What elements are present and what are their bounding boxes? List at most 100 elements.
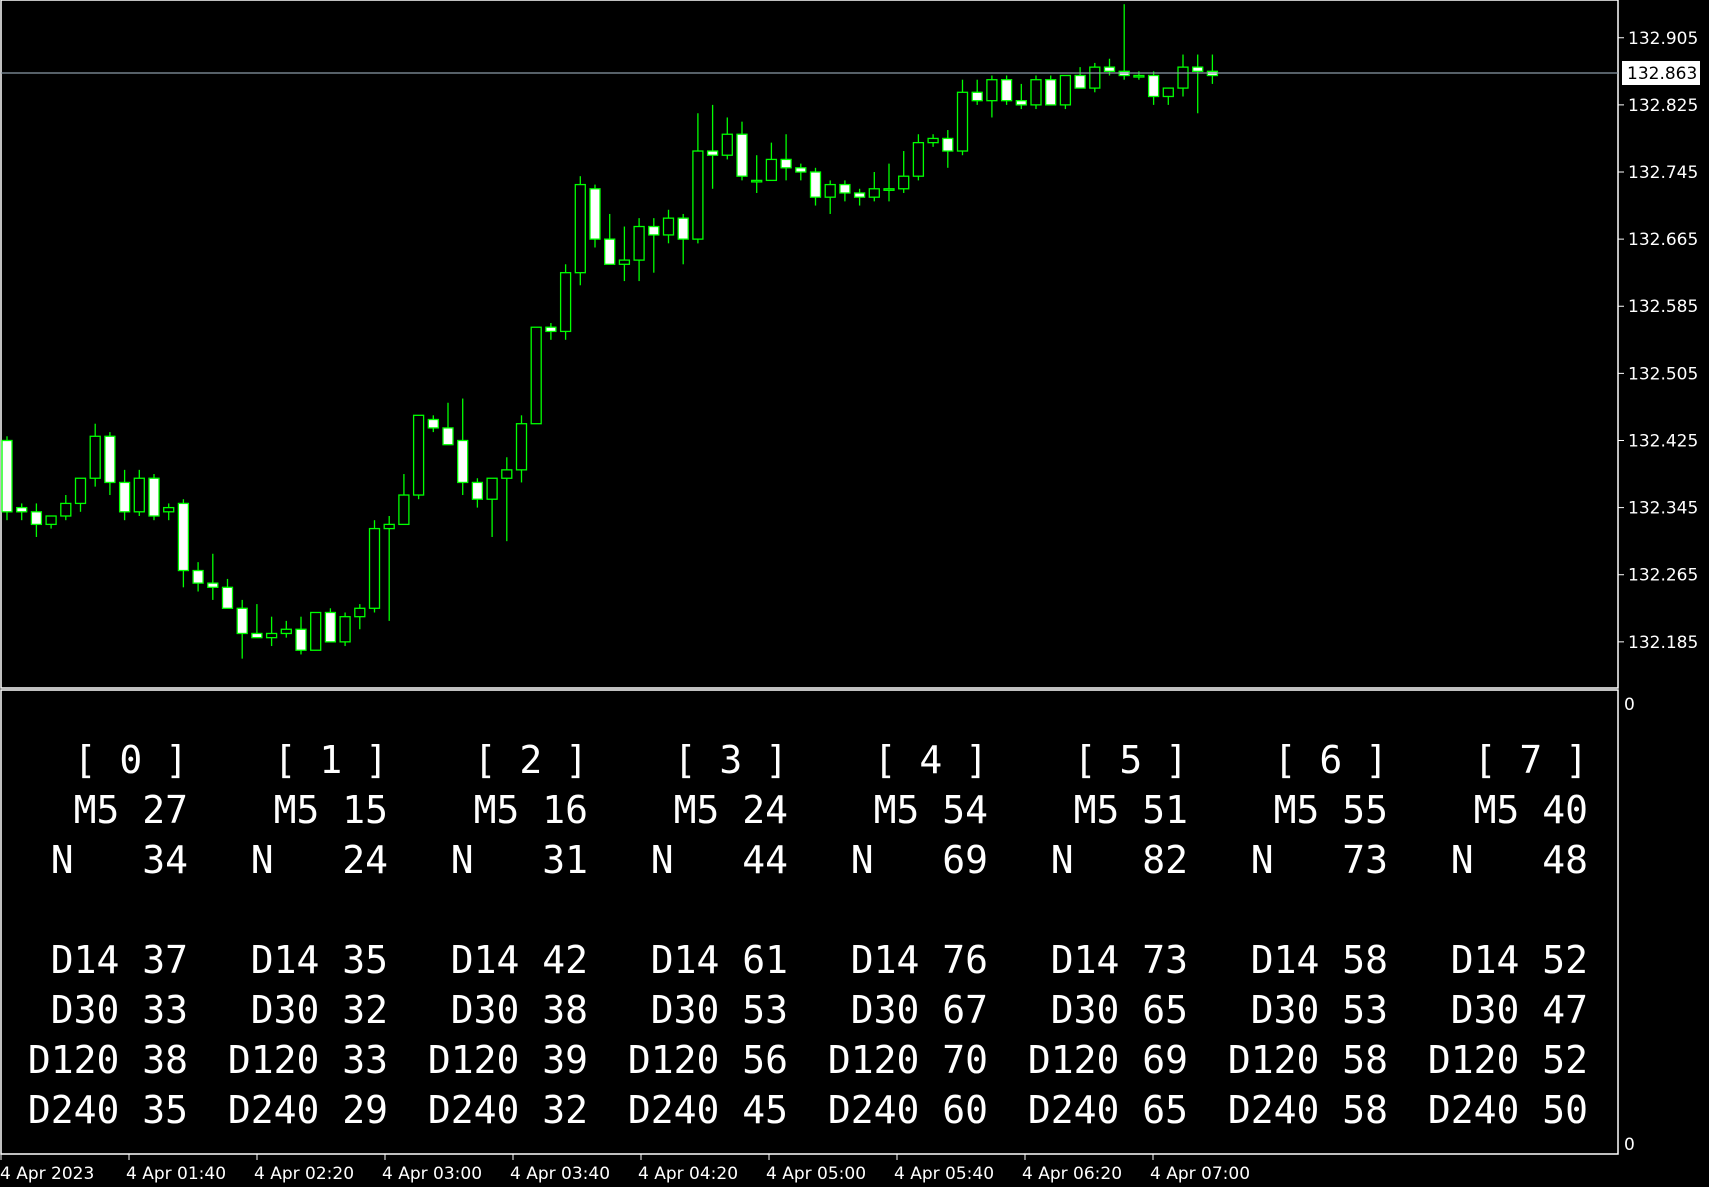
candle-bull[interactable]	[898, 175, 910, 190]
stats-value-line: D120 69	[1027, 1038, 1188, 1082]
candle-bear[interactable]	[1045, 79, 1057, 106]
candle-bull[interactable]	[574, 183, 586, 274]
stats-value-line: D120 52	[1427, 1038, 1588, 1082]
candle-bull[interactable]	[765, 158, 778, 182]
candle-bear[interactable]	[1074, 74, 1086, 89]
candle-bull[interactable]	[927, 137, 939, 144]
candle-bull[interactable]	[824, 183, 836, 198]
candle-bear[interactable]	[1192, 66, 1204, 72]
candle-bull[interactable]	[912, 141, 925, 177]
candle-bull[interactable]	[662, 217, 675, 236]
candle-bull[interactable]	[310, 611, 322, 651]
candle-bear[interactable]	[971, 91, 983, 102]
candle-bear[interactable]	[795, 167, 807, 173]
candle-bull[interactable]	[530, 326, 542, 425]
price-pane[interactable]	[0, 0, 1619, 689]
candle-bull[interactable]	[1177, 66, 1189, 89]
candle-bear[interactable]	[677, 217, 689, 240]
candle-bull[interactable]	[956, 91, 969, 152]
price-tick-label: 132.345	[1628, 499, 1698, 519]
candle-bear[interactable]	[192, 569, 204, 584]
candle-bear[interactable]	[1, 439, 13, 513]
stats-value-line: D240 65	[1027, 1088, 1188, 1132]
candle-bear[interactable]	[221, 586, 234, 609]
candle-bull[interactable]	[559, 272, 572, 333]
candle-bear[interactable]	[853, 192, 866, 198]
candle-bull[interactable]	[74, 477, 87, 505]
candle-bull[interactable]	[60, 502, 72, 517]
candle-bear[interactable]	[589, 188, 601, 240]
candle-bear[interactable]	[16, 506, 28, 513]
candle-bear[interactable]	[942, 137, 954, 152]
candle-bear[interactable]	[545, 326, 557, 333]
candle-bear[interactable]	[177, 502, 190, 572]
candle-bull[interactable]	[368, 527, 381, 609]
time-tick-label: 4 Apr 02:20	[254, 1164, 354, 1184]
candle-bull[interactable]	[383, 523, 395, 530]
candle-bear[interactable]	[780, 158, 792, 169]
candle-bear[interactable]	[251, 632, 263, 639]
candle-bear[interactable]	[839, 183, 851, 194]
candle-bear[interactable]	[809, 171, 822, 198]
price-tick-label: 132.585	[1628, 297, 1698, 317]
candle-bear[interactable]	[104, 435, 116, 484]
stats-value-line: N 73	[1250, 838, 1388, 882]
candle-bull[interactable]	[412, 414, 425, 496]
candle-bull[interactable]	[1133, 74, 1145, 78]
candle-bear[interactable]	[324, 611, 337, 643]
candle-bull[interactable]	[501, 469, 513, 479]
candle-bull[interactable]	[89, 435, 101, 479]
candle-bear[interactable]	[1147, 74, 1160, 98]
candle-bear[interactable]	[442, 427, 454, 446]
candle-bear[interactable]	[604, 238, 616, 265]
candle-bull[interactable]	[486, 477, 498, 500]
candle-bull[interactable]	[1059, 74, 1072, 106]
candle-bear[interactable]	[1015, 100, 1027, 106]
candle-bear[interactable]	[471, 481, 484, 500]
stats-value-line: D240 60	[827, 1088, 988, 1132]
candle-bull[interactable]	[45, 515, 57, 526]
candle-bull[interactable]	[721, 133, 733, 156]
candle-bull[interactable]	[163, 506, 175, 513]
stats-spacer	[788, 885, 988, 935]
candle-bear[interactable]	[706, 150, 719, 156]
candle-bull[interactable]	[618, 259, 631, 265]
candle-bull[interactable]	[265, 632, 278, 639]
stats-value-line: D30 32	[250, 988, 388, 1032]
candle-bull[interactable]	[354, 607, 366, 618]
candle-bear[interactable]	[648, 225, 660, 236]
time-tick-label: 4 Apr 03:00	[382, 1164, 482, 1184]
price-axis: 132.905 132.825 132.745 132.665 132.585 132.5…	[1618, 29, 1698, 653]
candle-bear[interactable]	[457, 439, 469, 484]
candle-bear[interactable]	[30, 511, 43, 526]
candle-bear[interactable]	[1103, 66, 1116, 72]
candle-bull[interactable]	[868, 188, 880, 198]
candle-bull[interactable]	[692, 150, 704, 240]
stats-value-line: M5 40	[1473, 788, 1588, 832]
candle-bear[interactable]	[207, 582, 219, 588]
candle-bull[interactable]	[339, 616, 351, 643]
candle-bull[interactable]	[751, 179, 763, 183]
stats-value-line: N 44	[650, 838, 788, 882]
time-tick-label: 4 Apr 03:40	[510, 1164, 610, 1184]
candle-bear[interactable]	[1000, 79, 1013, 102]
candle-bull[interactable]	[633, 225, 645, 261]
candle-bull[interactable]	[398, 494, 410, 526]
candle-bull[interactable]	[1162, 87, 1174, 98]
candle-bull[interactable]	[1089, 66, 1101, 89]
indicator-axis: 0 0	[1624, 695, 1635, 1155]
candle-bull[interactable]	[280, 628, 292, 635]
candle-bull[interactable]	[133, 477, 145, 513]
candle-bear[interactable]	[148, 477, 160, 517]
candle-bull[interactable]	[515, 423, 528, 471]
stats-value-line: D120 39	[427, 1038, 588, 1082]
candle-bull[interactable]	[986, 79, 998, 102]
candle-bear[interactable]	[427, 418, 439, 429]
price-tick-label: 132.185	[1628, 633, 1698, 653]
candle-bear[interactable]	[118, 481, 131, 513]
candle-bear[interactable]	[236, 607, 248, 635]
candle-bear[interactable]	[736, 133, 748, 177]
candle-bull[interactable]	[1030, 79, 1042, 106]
candle-bull[interactable]	[883, 188, 895, 191]
candle-bear[interactable]	[295, 628, 307, 651]
